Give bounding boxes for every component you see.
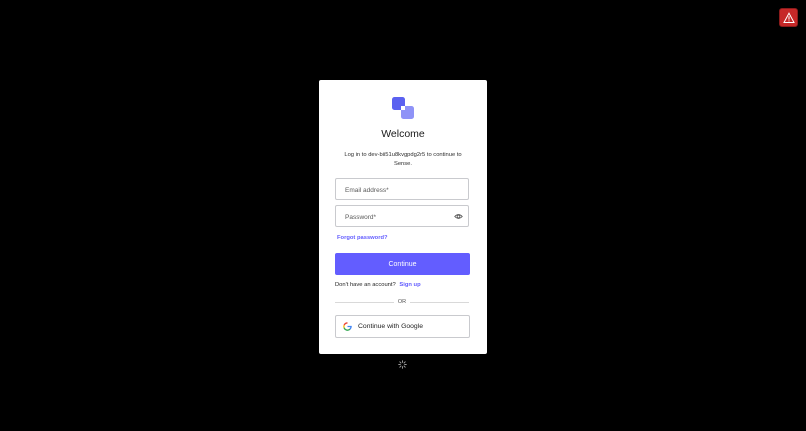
login-subtitle: Log in to dev-bii51u8kvgpdg2r5 to contin…	[344, 152, 462, 167]
or-divider: OR	[335, 298, 469, 306]
login-card: Welcome Log in to dev-bii51u8kvgpdg2r5 t…	[319, 80, 487, 354]
password-input[interactable]	[336, 207, 445, 228]
signup-prompt: Don't have an account?	[335, 282, 396, 288]
spinner-icon	[398, 360, 407, 369]
email-input[interactable]	[336, 180, 445, 201]
password-field	[335, 205, 469, 228]
app-logo	[392, 97, 414, 119]
forgot-password-link[interactable]: Forgot password?	[337, 235, 388, 241]
divider-line-right	[410, 302, 469, 303]
signup-link[interactable]: Sign up	[399, 282, 420, 288]
google-button-label: Continue with Google	[358, 323, 423, 330]
google-g-icon	[343, 322, 352, 331]
email-field	[335, 178, 469, 201]
continue-button[interactable]: Continue	[335, 253, 470, 275]
signup-row: Don't have an account? Sign up	[335, 282, 421, 288]
alert-button[interactable]	[779, 8, 798, 27]
warning-triangle-icon	[782, 11, 795, 23]
google-login-button[interactable]: Continue with Google	[335, 315, 470, 338]
page-title: Welcome	[381, 128, 425, 140]
eye-icon[interactable]	[454, 212, 463, 221]
